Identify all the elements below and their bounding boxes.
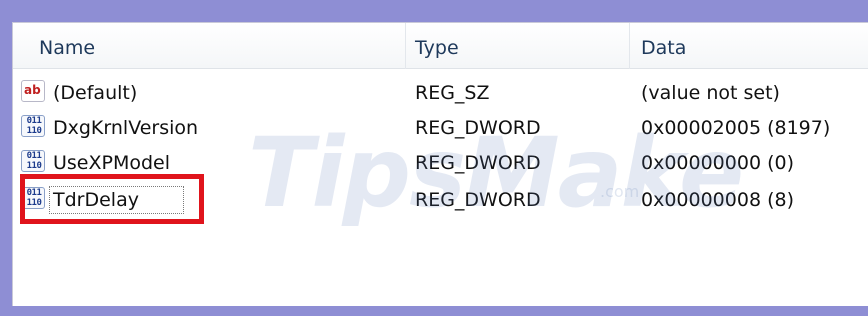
column-header-data[interactable]: Data xyxy=(641,23,686,69)
registry-values-list: Name Type Data ab (Default) REG_SZ (valu… xyxy=(12,22,868,306)
column-header-name[interactable]: Name xyxy=(39,23,95,69)
column-header-type[interactable]: Type xyxy=(415,23,459,69)
value-type: REG_DWORD xyxy=(415,117,541,139)
binary-value-icon: 011 110 xyxy=(21,150,45,172)
value-type: REG_SZ xyxy=(415,82,490,104)
value-data: (value not set) xyxy=(641,82,780,104)
value-type: REG_DWORD xyxy=(415,189,541,211)
column-divider[interactable] xyxy=(629,23,630,69)
binary-value-icon: 011 110 xyxy=(21,115,45,137)
highlight-annotation-box xyxy=(20,174,204,224)
value-name: DxgKrnlVersion xyxy=(53,117,199,139)
value-data: 0x00000008 (8) xyxy=(641,189,794,211)
value-data: 0x00000000 (0) xyxy=(641,152,794,174)
window-frame: Name Type Data ab (Default) REG_SZ (valu… xyxy=(0,0,868,316)
value-name: (Default) xyxy=(53,82,138,104)
list-item[interactable]: 011 110 DxgKrnlVersion REG_DWORD 0x000020… xyxy=(13,110,868,144)
string-value-icon: ab xyxy=(21,80,45,102)
column-divider[interactable] xyxy=(405,23,406,69)
list-item[interactable]: ab (Default) REG_SZ (value not set) xyxy=(13,75,868,109)
value-type: REG_DWORD xyxy=(415,152,541,174)
value-data: 0x00002005 (8197) xyxy=(641,117,831,139)
list-header: Name Type Data xyxy=(13,23,868,69)
